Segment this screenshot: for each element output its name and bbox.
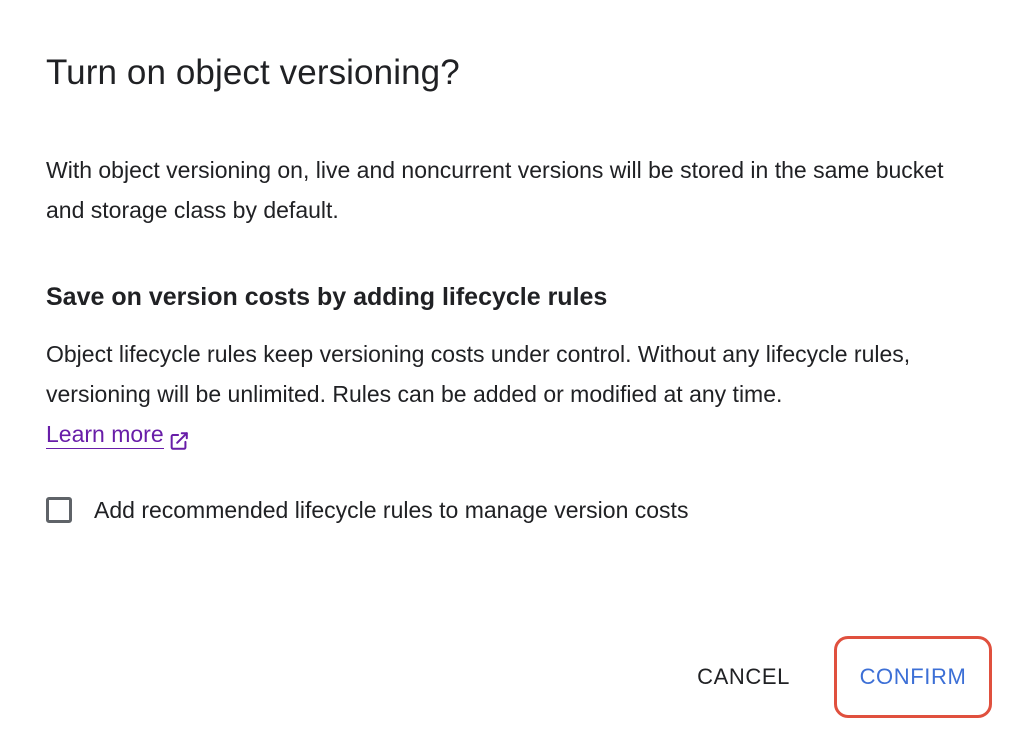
cancel-button[interactable]: CANCEL [681, 637, 806, 717]
lifecycle-rules-checkbox-row[interactable]: Add recommended lifecycle rules to manag… [46, 490, 688, 530]
lifecycle-description-block: Object lifecycle rules keep versioning c… [46, 334, 986, 454]
confirm-button[interactable]: CONFIRM [834, 636, 992, 718]
lifecycle-description: Object lifecycle rules keep versioning c… [46, 341, 911, 407]
lifecycle-rules-checkbox[interactable] [46, 497, 72, 523]
lifecycle-heading: Save on version costs by adding lifecycl… [46, 283, 608, 311]
dialog-actions: CANCEL CONFIRM [681, 636, 992, 718]
dialog-description: With object versioning on, live and nonc… [46, 157, 944, 223]
versioning-dialog: Turn on object versioning? With object v… [0, 0, 1016, 742]
lifecycle-rules-checkbox-label: Add recommended lifecycle rules to manag… [94, 497, 689, 523]
learn-more-label: Learn more [46, 421, 164, 449]
open-in-new-icon [168, 424, 190, 450]
dialog-title: Turn on object versioning? [46, 53, 460, 92]
learn-more-link[interactable]: Learn more [46, 420, 190, 450]
